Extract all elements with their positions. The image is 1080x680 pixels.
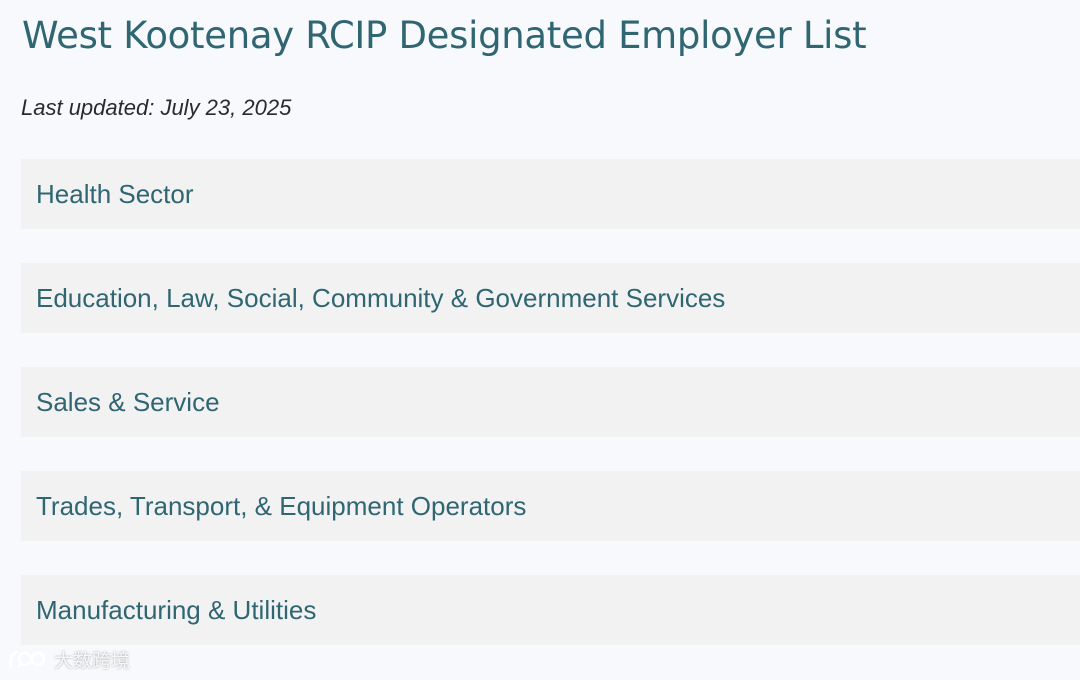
page-title: West Kootenay RCIP Designated Employer L… — [22, 14, 867, 57]
brand-logo-icon — [8, 647, 50, 673]
accordion-item-label: Trades, Transport, & Equipment Operators — [36, 490, 527, 521]
accordion-item-label: Manufacturing & Utilities — [36, 594, 317, 625]
accordion-item-education-law-social[interactable]: Education, Law, Social, Community & Gove… — [21, 263, 1080, 333]
accordion-item-label: Education, Law, Social, Community & Gove… — [36, 282, 726, 313]
employer-category-accordion: Health Sector Education, Law, Social, Co… — [21, 159, 1080, 679]
accordion-item-trades-transport[interactable]: Trades, Transport, & Equipment Operators — [21, 471, 1080, 541]
watermark-text: 大数跨境 — [54, 650, 131, 672]
last-updated-text: Last updated: July 23, 2025 — [21, 95, 292, 120]
accordion-item-sales-service[interactable]: Sales & Service — [21, 367, 1080, 437]
accordion-item-label: Sales & Service — [36, 386, 220, 417]
accordion-item-label: Health Sector — [36, 178, 194, 209]
watermark: 大数跨境 — [8, 646, 130, 673]
accordion-item-health-sector[interactable]: Health Sector — [21, 159, 1080, 229]
accordion-item-manufacturing-utilities[interactable]: Manufacturing & Utilities — [21, 575, 1080, 645]
